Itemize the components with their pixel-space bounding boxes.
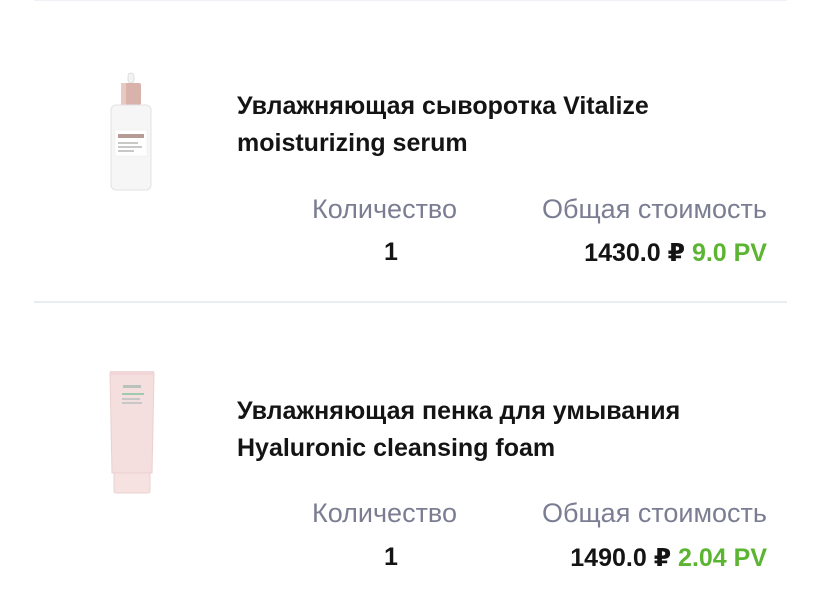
total-label: Общая стоимость bbox=[542, 194, 767, 224]
quantity-value: 1 bbox=[384, 238, 398, 266]
pv-value: 2.04 PV bbox=[678, 544, 767, 572]
quantity-value: 1 bbox=[384, 543, 398, 571]
pv-value: 9.0 PV bbox=[691, 239, 767, 267]
item-values: 1 1430.0 ₽ 9.0 PV bbox=[0, 238, 820, 278]
price-value: 1430.0 ₽ bbox=[584, 239, 685, 267]
quantity-label: Количество bbox=[312, 498, 457, 528]
price-line: 1430.0 ₽ 9.0 PV bbox=[584, 238, 767, 268]
item-values: 1 1490.0 ₽ 2.04 PV bbox=[0, 543, 820, 583]
cart-item: Увлажняющая пенка для умывания Hyaluroni… bbox=[0, 303, 820, 600]
cart-item: Увлажняющая сыворотка Vitalize moisturiz… bbox=[0, 0, 820, 302]
cleansing-foam-tube-image[interactable] bbox=[96, 369, 166, 499]
column-labels: Количество Общая стоимость bbox=[0, 194, 820, 234]
total-label: Общая стоимость bbox=[542, 498, 767, 528]
serum-bottle-image[interactable] bbox=[96, 70, 166, 200]
quantity-label: Количество bbox=[312, 194, 457, 224]
product-name[interactable]: Увлажняющая сыворотка Vitalize moisturiz… bbox=[237, 88, 777, 162]
price-line: 1490.0 ₽ 2.04 PV bbox=[570, 543, 767, 573]
price-value: 1490.0 ₽ bbox=[570, 544, 672, 572]
product-name[interactable]: Увлажняющая пенка для умывания Hyaluroni… bbox=[237, 393, 777, 467]
column-labels: Количество Общая стоимость bbox=[0, 498, 820, 538]
